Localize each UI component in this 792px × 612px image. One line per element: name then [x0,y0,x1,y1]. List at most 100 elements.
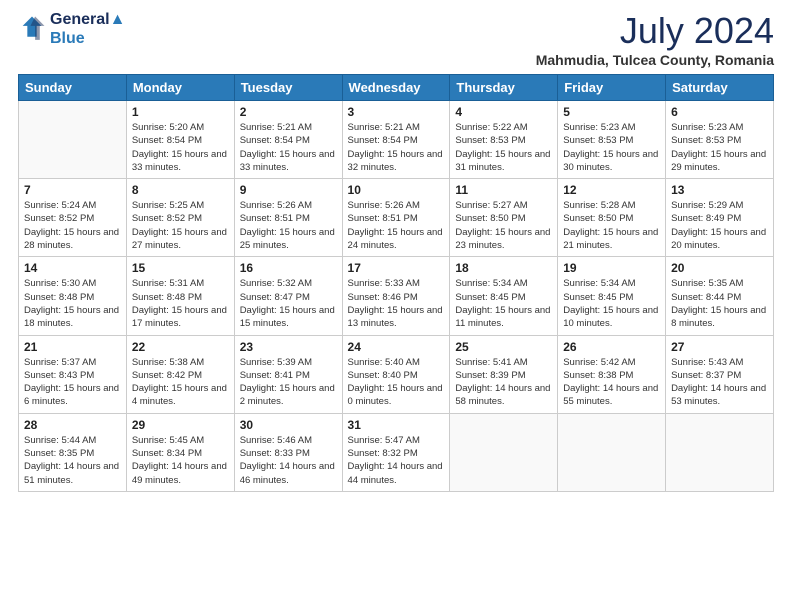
location-title: Mahmudia, Tulcea County, Romania [536,52,774,68]
day-info: Sunrise: 5:46 AMSunset: 8:33 PMDaylight:… [240,434,337,487]
day-number: 13 [671,183,768,197]
day-info: Sunrise: 5:23 AMSunset: 8:53 PMDaylight:… [563,121,660,174]
day-number: 24 [348,340,445,354]
day-number: 23 [240,340,337,354]
calendar-cell: 4 Sunrise: 5:22 AMSunset: 8:53 PMDaylight… [450,101,558,179]
weekday-header-friday: Friday [558,75,666,101]
day-info: Sunrise: 5:23 AMSunset: 8:53 PMDaylight:… [671,121,768,174]
calendar-cell: 12Sunrise: 5:28 AMSunset: 8:50 PMDayligh… [558,179,666,257]
calendar-cell: 23 Sunrise: 5:39 AMSunset: 8:41 PMDayligh… [234,335,342,413]
calendar-cell: 6 Sunrise: 5:23 AMSunset: 8:53 PMDaylight… [666,101,774,179]
day-number: 18 [455,261,552,275]
day-number: 28 [24,418,121,432]
weekday-header-wednesday: Wednesday [342,75,450,101]
month-title: July 2024 [536,10,774,52]
header: General▲ Blue July 2024 Mahmudia, Tulcea… [18,10,774,68]
day-info: Sunrise: 5:20 AMSunset: 8:54 PMDaylight:… [132,121,229,174]
calendar-cell: 30 Sunrise: 5:46 AMSunset: 8:33 PMDayligh… [234,413,342,491]
day-info: Sunrise: 5:27 AMSunset: 8:50 PMDaylight:… [455,199,552,252]
weekday-header-saturday: Saturday [666,75,774,101]
weekday-header-row: SundayMondayTuesdayWednesdayThursdayFrid… [19,75,774,101]
day-number: 3 [348,105,445,119]
calendar-cell: 9 Sunrise: 5:26 AMSunset: 8:51 PMDaylight… [234,179,342,257]
day-info: Sunrise: 5:32 AMSunset: 8:47 PMDaylight:… [240,277,337,330]
day-number: 8 [132,183,229,197]
day-number: 5 [563,105,660,119]
calendar-cell [19,101,127,179]
weekday-header-monday: Monday [126,75,234,101]
calendar-cell: 22 Sunrise: 5:38 AMSunset: 8:42 PMDayligh… [126,335,234,413]
calendar-cell: 17 Sunrise: 5:33 AMSunset: 8:46 PMDayligh… [342,257,450,335]
day-number: 6 [671,105,768,119]
calendar-cell: 14 Sunrise: 5:30 AMSunset: 8:48 PMDayligh… [19,257,127,335]
calendar-cell: 10 Sunrise: 5:26 AMSunset: 8:51 PMDayligh… [342,179,450,257]
calendar-cell: 7Sunrise: 5:24 AMSunset: 8:52 PMDaylight… [19,179,127,257]
calendar-cell: 19Sunrise: 5:34 AMSunset: 8:45 PMDayligh… [558,257,666,335]
day-info: Sunrise: 5:21 AMSunset: 8:54 PMDaylight:… [348,121,445,174]
calendar-cell [666,413,774,491]
week-row-1: 1 Sunrise: 5:20 AMSunset: 8:54 PMDaylight… [19,101,774,179]
calendar: SundayMondayTuesdayWednesdayThursdayFrid… [18,74,774,492]
day-info: Sunrise: 5:26 AMSunset: 8:51 PMDaylight:… [348,199,445,252]
day-info: Sunrise: 5:22 AMSunset: 8:53 PMDaylight:… [455,121,552,174]
calendar-cell: 25Sunrise: 5:41 AMSunset: 8:39 PMDayligh… [450,335,558,413]
day-number: 9 [240,183,337,197]
day-number: 17 [348,261,445,275]
day-info: Sunrise: 5:38 AMSunset: 8:42 PMDaylight:… [132,356,229,409]
day-info: Sunrise: 5:21 AMSunset: 8:54 PMDaylight:… [240,121,337,174]
day-info: Sunrise: 5:30 AMSunset: 8:48 PMDaylight:… [24,277,121,330]
weekday-header-sunday: Sunday [19,75,127,101]
day-number: 4 [455,105,552,119]
logo-text: General▲ Blue [50,10,125,48]
day-number: 22 [132,340,229,354]
day-info: Sunrise: 5:25 AMSunset: 8:52 PMDaylight:… [132,199,229,252]
day-number: 1 [132,105,229,119]
day-number: 21 [24,340,121,354]
day-number: 10 [348,183,445,197]
calendar-cell: 18 Sunrise: 5:34 AMSunset: 8:45 PMDayligh… [450,257,558,335]
calendar-cell: 24Sunrise: 5:40 AMSunset: 8:40 PMDayligh… [342,335,450,413]
week-row-2: 7Sunrise: 5:24 AMSunset: 8:52 PMDaylight… [19,179,774,257]
calendar-cell: 3 Sunrise: 5:21 AMSunset: 8:54 PMDaylight… [342,101,450,179]
title-area: July 2024 Mahmudia, Tulcea County, Roman… [536,10,774,68]
calendar-cell [558,413,666,491]
week-row-5: 28Sunrise: 5:44 AMSunset: 8:35 PMDayligh… [19,413,774,491]
day-number: 29 [132,418,229,432]
day-number: 30 [240,418,337,432]
day-info: Sunrise: 5:34 AMSunset: 8:45 PMDaylight:… [563,277,660,330]
day-info: Sunrise: 5:24 AMSunset: 8:52 PMDaylight:… [24,199,121,252]
day-info: Sunrise: 5:31 AMSunset: 8:48 PMDaylight:… [132,277,229,330]
calendar-cell: 29 Sunrise: 5:45 AMSunset: 8:34 PMDayligh… [126,413,234,491]
day-info: Sunrise: 5:37 AMSunset: 8:43 PMDaylight:… [24,356,121,409]
day-info: Sunrise: 5:41 AMSunset: 8:39 PMDaylight:… [455,356,552,409]
day-info: Sunrise: 5:47 AMSunset: 8:32 PMDaylight:… [348,434,445,487]
day-info: Sunrise: 5:42 AMSunset: 8:38 PMDaylight:… [563,356,660,409]
day-number: 15 [132,261,229,275]
day-number: 2 [240,105,337,119]
calendar-cell: 21 Sunrise: 5:37 AMSunset: 8:43 PMDayligh… [19,335,127,413]
logo-icon [18,15,46,43]
week-row-3: 14 Sunrise: 5:30 AMSunset: 8:48 PMDayligh… [19,257,774,335]
calendar-cell: 11 Sunrise: 5:27 AMSunset: 8:50 PMDayligh… [450,179,558,257]
weekday-header-thursday: Thursday [450,75,558,101]
day-number: 14 [24,261,121,275]
logo-area: General▲ Blue [18,10,125,48]
day-info: Sunrise: 5:35 AMSunset: 8:44 PMDaylight:… [671,277,768,330]
day-number: 27 [671,340,768,354]
calendar-cell: 20 Sunrise: 5:35 AMSunset: 8:44 PMDayligh… [666,257,774,335]
day-number: 11 [455,183,552,197]
calendar-cell: 16Sunrise: 5:32 AMSunset: 8:47 PMDayligh… [234,257,342,335]
day-info: Sunrise: 5:45 AMSunset: 8:34 PMDaylight:… [132,434,229,487]
calendar-cell: 28Sunrise: 5:44 AMSunset: 8:35 PMDayligh… [19,413,127,491]
calendar-cell: 15 Sunrise: 5:31 AMSunset: 8:48 PMDayligh… [126,257,234,335]
day-info: Sunrise: 5:33 AMSunset: 8:46 PMDaylight:… [348,277,445,330]
day-number: 26 [563,340,660,354]
day-info: Sunrise: 5:29 AMSunset: 8:49 PMDaylight:… [671,199,768,252]
day-info: Sunrise: 5:26 AMSunset: 8:51 PMDaylight:… [240,199,337,252]
day-info: Sunrise: 5:39 AMSunset: 8:41 PMDaylight:… [240,356,337,409]
day-number: 31 [348,418,445,432]
page: General▲ Blue July 2024 Mahmudia, Tulcea… [0,0,792,612]
day-number: 20 [671,261,768,275]
day-info: Sunrise: 5:34 AMSunset: 8:45 PMDaylight:… [455,277,552,330]
calendar-cell [450,413,558,491]
